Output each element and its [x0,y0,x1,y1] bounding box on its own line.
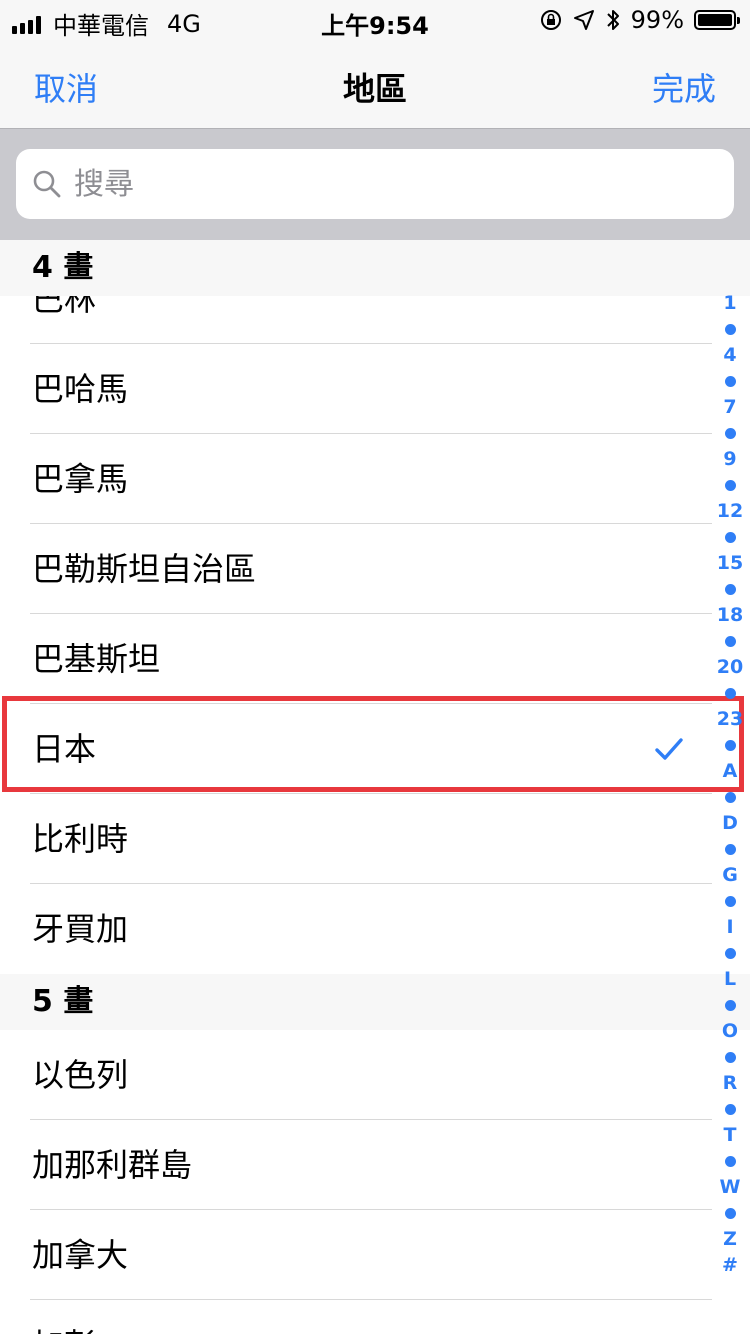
search-input[interactable] [74,149,714,219]
index-dot [724,784,736,810]
region-label: 加那利群島 [32,1146,193,1184]
index-dot [724,992,736,1018]
index-item[interactable]: I [726,914,733,940]
region-label: 加拿大 [32,1236,129,1274]
navigation-bar: 取消 地區 完成 [0,40,750,128]
index-dot [724,836,736,862]
index-item[interactable]: D [722,810,738,836]
status-right: 99% [539,6,740,34]
index-dot [724,680,736,706]
battery-percent: 99% [630,6,684,34]
battery-icon [694,10,740,30]
region-label: 以色列 [32,1056,129,1094]
search-box[interactable] [16,149,734,219]
index-item[interactable]: 9 [723,446,736,472]
index-dot [724,472,736,498]
list-item[interactable]: 加拿大 [0,1210,750,1300]
region-list[interactable]: 巴林 4 畫 巴哈馬 巴拿馬 巴勒斯坦自治區 巴基斯坦 日本 比利時 牙買加 5… [0,240,750,1334]
index-item[interactable]: R [723,1070,738,1096]
index-item[interactable]: 12 [717,498,743,524]
done-button[interactable]: 完成 [652,64,716,110]
section-header: 5 畫 [0,974,750,1030]
list-item[interactable]: 巴基斯坦 [0,614,750,704]
index-item[interactable]: 15 [717,550,743,576]
index-dot [724,732,736,758]
page-title: 地區 [342,70,407,108]
index-dot [724,888,736,914]
region-label: 巴拿馬 [32,460,129,498]
region-label: 牙買加 [32,910,129,948]
list-item[interactable]: 加彭 [0,1300,750,1334]
index-item[interactable]: A [723,758,738,784]
search-bar [0,128,750,240]
index-dot [724,940,736,966]
region-label: 巴基斯坦 [32,640,161,678]
section-header: 4 畫 [0,240,750,296]
list-item[interactable]: 巴勒斯坦自治區 [0,524,750,614]
index-dot [724,368,736,394]
index-dot [724,576,736,602]
index-dot [724,1148,736,1174]
index-item[interactable]: W [720,1174,741,1200]
index-item[interactable]: 1 [723,290,736,316]
index-item[interactable]: 20 [717,654,743,680]
section-index[interactable]: 1 4 7 9 12 15 18 20 23 A D G I L O R T W… [710,290,750,1278]
index-item[interactable]: L [724,966,736,992]
index-item[interactable]: G [722,862,738,888]
checkmark-icon [655,738,683,760]
index-dot [724,1096,736,1122]
list-item[interactable]: 巴哈馬 [0,344,750,434]
index-item[interactable]: Z [723,1226,737,1252]
list-item[interactable]: 以色列 [0,1030,750,1120]
index-item[interactable]: T [724,1122,737,1148]
search-icon [33,170,61,198]
index-item[interactable]: 23 [717,706,743,732]
status-bar: 中華電信 4G 上午9:54 99% [0,0,750,40]
index-item[interactable]: 4 [723,342,736,368]
bluetooth-icon [606,10,619,30]
index-item[interactable]: 18 [717,602,743,628]
index-item[interactable]: 7 [723,394,736,420]
list-item-selected[interactable]: 日本 [0,704,750,794]
index-dot [724,1200,736,1226]
index-item[interactable]: # [722,1252,738,1278]
region-label: 巴勒斯坦自治區 [32,550,257,588]
index-dot [724,420,736,446]
location-icon [573,10,594,30]
index-item[interactable]: O [722,1018,738,1044]
region-label: 比利時 [32,820,129,858]
list-item[interactable]: 巴拿馬 [0,434,750,524]
region-label: 日本 [32,730,97,768]
index-dot [724,316,736,342]
index-dot [724,524,736,550]
list-item[interactable]: 比利時 [0,794,750,884]
list-item[interactable]: 加那利群島 [0,1120,750,1210]
region-label: 加彭 [32,1300,96,1334]
rotation-lock-icon [540,10,561,30]
list-item[interactable]: 牙買加 [0,884,750,974]
region-label: 巴哈馬 [32,370,129,408]
index-dot [724,628,736,654]
index-dot [724,1044,736,1070]
